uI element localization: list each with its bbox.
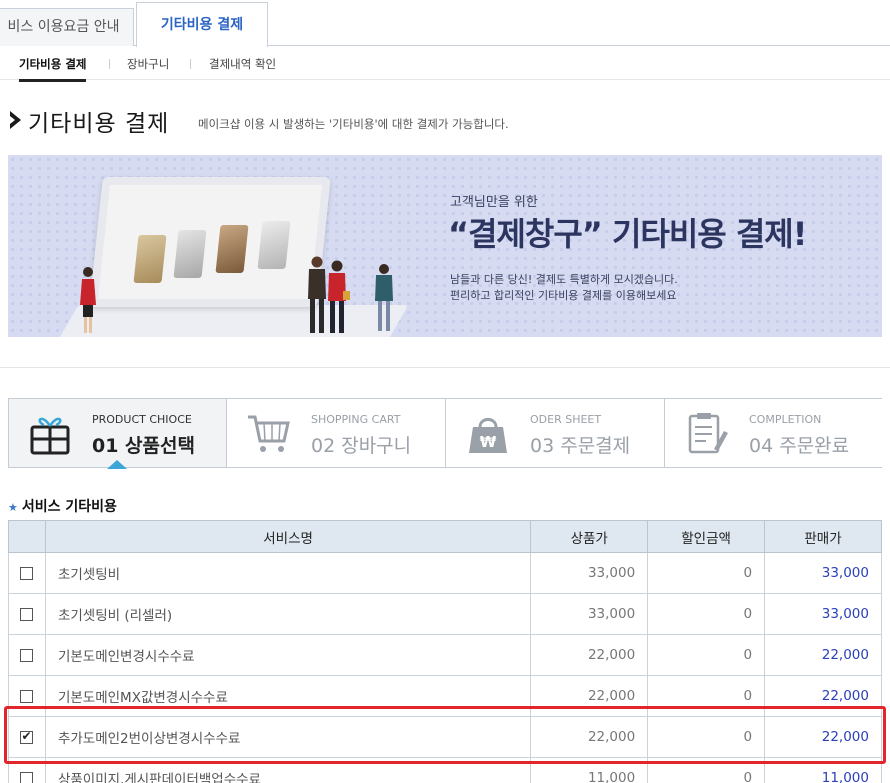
step-label-ko: 01 상품선택 <box>92 435 195 457</box>
order-steps: PRODUCT CHIOCE 01 상품선택 SHOPPING CART 02 … <box>8 398 884 468</box>
step-label-en: ODER SHEET <box>530 413 602 426</box>
bag-won-icon: ₩ <box>469 418 507 453</box>
card-icon <box>133 235 167 283</box>
banner-text-line-1: 남들과 다른 당신! 결제도 특별하게 모시겠습니다. <box>450 273 678 286</box>
sale-price: 33,000 <box>764 552 882 594</box>
row-checkbox[interactable] <box>20 648 34 662</box>
banner-text-line-2: 편리하고 합리적인 기타비용 결제를 이용해보세요 <box>450 289 677 302</box>
laptop-screen-illustration <box>89 177 331 307</box>
svg-text:₩: ₩ <box>480 433 497 451</box>
section-title: ★ 서비스 기타비용 <box>8 496 117 516</box>
discount: 0 <box>647 634 766 676</box>
price: 22,000 <box>530 634 649 676</box>
subnav-divider <box>190 59 191 69</box>
header-sale-price: 판매가 <box>764 520 882 553</box>
table-header-row: 서비스명 상품가 할인금액 판매가 <box>8 520 882 553</box>
service-name: 상품이미지,게시판데이터백업수수료 <box>44 757 532 783</box>
service-name: 초기셋팅비 (리셀러) <box>44 593 532 635</box>
price: 22,000 <box>530 716 649 758</box>
price: 33,000 <box>530 593 649 635</box>
header-service-name: 서비스명 <box>44 520 532 553</box>
step-order-sheet: ₩ ODER SHEET 03 주문결제 <box>447 399 665 467</box>
step-label-en: PRODUCT CHIOCE <box>92 413 192 426</box>
top-tab-bar: 비스 이용요금 안내 기타비용 결제 <box>0 0 890 47</box>
star-icon: ★ <box>8 501 18 514</box>
service-name: 초기셋팅비 <box>44 552 532 594</box>
card-icon <box>173 230 207 278</box>
sub-navigation: 기타비용 결제 장바구니 결제내역 확인 <box>0 47 890 82</box>
row-checkbox-cell <box>8 716 46 758</box>
subnav-payment-history[interactable]: 결제내역 확인 <box>209 56 276 72</box>
page-title: 기타비용 결제 <box>28 111 170 137</box>
clipboard-pen-icon <box>688 413 728 454</box>
discount: 0 <box>647 757 766 783</box>
row-checkbox-cell <box>8 552 46 594</box>
price: 22,000 <box>530 675 649 717</box>
service-name: 기본도메인MX값변경시수수료 <box>44 675 532 717</box>
table-row[interactable]: 상품이미지,게시판데이터백업수수료 11,000 0 11,000 <box>8 757 882 783</box>
header-discount: 할인금액 <box>647 520 766 553</box>
man-figure-icon <box>328 260 350 333</box>
tab-other-payment[interactable]: 기타비용 결제 <box>136 2 268 47</box>
step-label-ko: 02 장바구니 <box>311 435 412 457</box>
card-icon <box>215 225 249 273</box>
step-label-ko: 04 주문완료 <box>749 435 850 457</box>
row-checkbox[interactable] <box>20 607 34 621</box>
row-checkbox-cell <box>8 593 46 635</box>
header-checkbox-col <box>8 520 46 553</box>
section-title-text: 서비스 기타비용 <box>21 499 117 515</box>
row-checkbox[interactable] <box>20 729 34 744</box>
sale-price: 22,000 <box>764 675 882 717</box>
man-figure-icon <box>375 264 393 331</box>
active-step-pointer <box>107 460 127 469</box>
price: 33,000 <box>530 552 649 594</box>
chevron-right-icon <box>10 111 21 129</box>
table-row[interactable]: 기본도메인변경시수수료 22,000 0 22,000 <box>8 634 882 676</box>
banner-headline: “결제창구” 기타비용 결제! <box>448 215 807 253</box>
row-checkbox[interactable] <box>20 566 34 580</box>
step-label-en: COMPLETION <box>749 413 822 426</box>
woman-figure-icon <box>80 267 96 333</box>
divider <box>0 367 890 368</box>
header-price: 상품가 <box>530 520 649 553</box>
step-completion: COMPLETION 04 주문완료 <box>666 399 884 467</box>
price: 11,000 <box>530 757 649 783</box>
banner-subtitle: 고객님만을 위한 <box>450 195 538 210</box>
row-checkbox-cell <box>8 675 46 717</box>
sale-price: 22,000 <box>764 716 882 758</box>
step-product-choice: PRODUCT CHIOCE 01 상품선택 <box>9 399 227 467</box>
table-row[interactable]: 초기셋팅비 33,000 0 33,000 <box>8 552 882 594</box>
step-shopping-cart: SHOPPING CART 02 장바구니 <box>228 399 446 467</box>
service-name: 추가도메인2번이상변경시수수료 <box>44 716 532 758</box>
table-row[interactable]: 기본도메인MX값변경시수수료 22,000 0 22,000 <box>8 675 882 717</box>
cart-icon <box>248 415 290 452</box>
promo-banner: 고객님만을 위한 “결제창구” 기타비용 결제! 남들과 다른 당신! 결제도 … <box>8 155 882 337</box>
service-fee-table: 서비스명 상품가 할인금액 판매가 초기셋팅비 33,000 0 33,000 초기셋팅… <box>8 520 882 783</box>
row-checkbox-cell <box>8 634 46 676</box>
row-checkbox[interactable] <box>20 771 34 783</box>
table-row[interactable]: 초기셋팅비 (리셀러) 33,000 0 33,000 <box>8 593 882 635</box>
laptop-illustration <box>57 305 409 337</box>
subnav-cart[interactable]: 장바구니 <box>127 56 169 72</box>
step-label-en: SHOPPING CART <box>311 413 401 426</box>
discount: 0 <box>647 593 766 635</box>
subnav-divider <box>109 59 110 69</box>
row-checkbox[interactable] <box>20 689 34 703</box>
service-name: 기본도메인변경시수수료 <box>44 634 532 676</box>
sale-price: 22,000 <box>764 634 882 676</box>
row-checkbox-cell <box>8 757 46 783</box>
discount: 0 <box>647 716 766 758</box>
sale-price: 33,000 <box>764 593 882 635</box>
tab-service-fee-info[interactable]: 비스 이용요금 안내 <box>0 8 134 46</box>
step-label-ko: 03 주문결제 <box>530 435 631 457</box>
sale-price: 11,000 <box>764 757 882 783</box>
subnav-other-payment[interactable]: 기타비용 결제 <box>19 56 87 82</box>
discount: 0 <box>647 552 766 594</box>
page-description: 메이크샵 이용 시 발생하는 '기타비용'에 대한 결제가 가능합니다. <box>198 117 509 131</box>
discount: 0 <box>647 675 766 717</box>
gift-icon <box>30 417 70 455</box>
table-row[interactable]: 추가도메인2번이상변경시수수료22,000022,000 <box>8 716 882 758</box>
card-icon <box>257 221 291 269</box>
